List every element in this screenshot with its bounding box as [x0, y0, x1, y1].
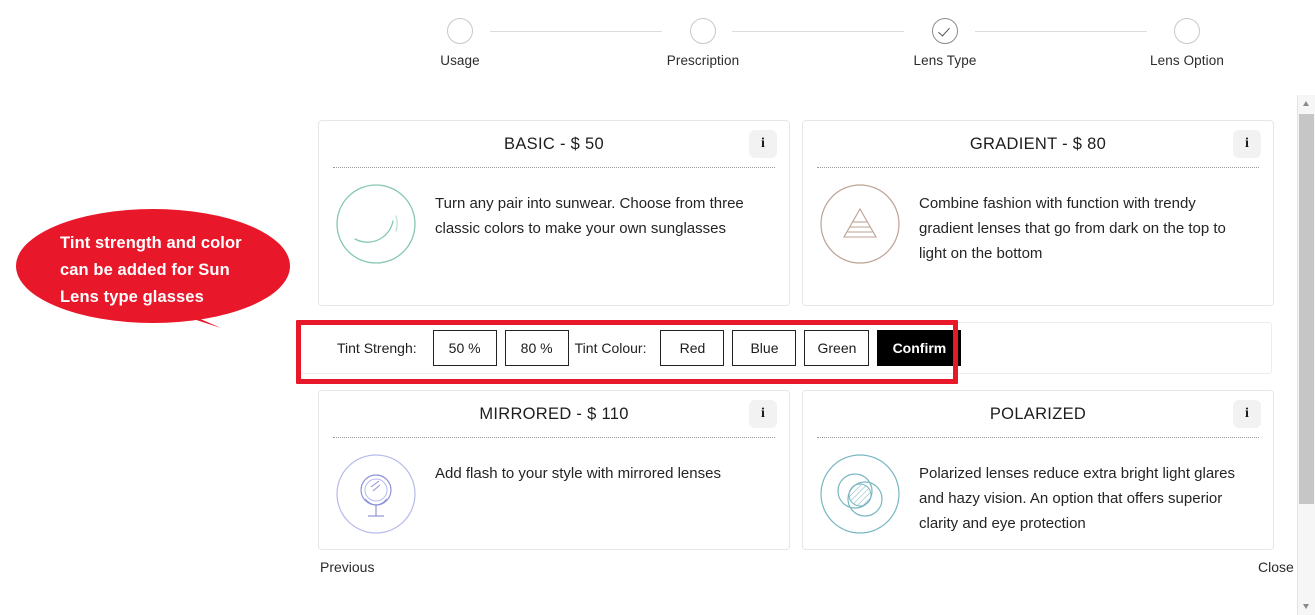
card-body-basic: Turn any pair into sunwear. Choose from …: [319, 169, 789, 305]
tint-options-panel: Tint Strengh: 50 % 80 % Tint Colour: Red…: [300, 322, 1272, 374]
triangle-down-icon[interactable]: [1298, 598, 1315, 615]
overlapping-circles-icon: [819, 453, 901, 540]
lens-card-polarized[interactable]: POLARIZED i Polarized lenses reduce extr…: [802, 390, 1274, 550]
card-title-polarized: POLARIZED: [989, 405, 1087, 423]
card-body-mirrored: Add flash to your style with mirrored le…: [319, 439, 789, 549]
callout-annotation: Tint strength and color can be added for…: [16, 204, 290, 329]
card-body-gradient: Combine fashion with function with trend…: [803, 169, 1273, 305]
step-label-prescription: Prescription: [666, 53, 740, 68]
step-circle-lens-type-check-icon: [932, 18, 958, 44]
close-button[interactable]: Close: [1258, 559, 1294, 575]
card-divider-polarized: [817, 437, 1259, 438]
info-icon-polarized[interactable]: i: [1233, 400, 1261, 428]
info-icon-mirrored[interactable]: i: [749, 400, 777, 428]
card-header-mirrored: MIRRORED - $ 110 i: [319, 391, 789, 439]
tint-options-row: Tint Strengh: 50 % 80 % Tint Colour: Red…: [301, 323, 962, 373]
card-divider-gradient: [817, 167, 1259, 168]
stepper-step-lens-type[interactable]: Lens Type: [885, 18, 1005, 68]
progress-stepper: Usage Prescription Lens Type Lens Option: [0, 0, 1315, 92]
lens-type-scroll-area: BASIC - $ 50 i Turn any pair into sunwea…: [0, 92, 1294, 615]
step-circle-prescription: [690, 18, 716, 44]
tint-colour-option-blue[interactable]: Blue: [732, 330, 797, 366]
card-body-polarized: Polarized lenses reduce extra bright lig…: [803, 439, 1273, 549]
card-header-basic: BASIC - $ 50 i: [319, 121, 789, 169]
previous-button[interactable]: Previous: [320, 559, 374, 575]
step-circle-lens-option: [1174, 18, 1200, 44]
vertical-scrollbar[interactable]: [1297, 95, 1315, 615]
card-description-basic: Turn any pair into sunwear. Choose from …: [435, 195, 744, 237]
card-title-mirrored: MIRRORED - $ 110: [479, 405, 629, 423]
lens-card-mirrored[interactable]: MIRRORED - $ 110 i Add flash to your sty…: [318, 390, 790, 550]
step-label-lens-option: Lens Option: [1150, 53, 1224, 68]
card-divider-mirrored: [333, 437, 775, 438]
tint-colour-label: Tint Colour:: [574, 340, 647, 356]
tint-colour-option-green[interactable]: Green: [804, 330, 870, 366]
card-description-polarized: Polarized lenses reduce extra bright lig…: [919, 465, 1236, 532]
card-description-gradient: Combine fashion with function with trend…: [919, 195, 1226, 262]
card-header-polarized: POLARIZED i: [803, 391, 1273, 439]
lens-card-basic[interactable]: BASIC - $ 50 i Turn any pair into sunwea…: [318, 120, 790, 306]
tint-circle-icon: [335, 183, 417, 270]
hand-mirror-icon: [335, 453, 417, 540]
lens-card-gradient[interactable]: GRADIENT - $ 80 i Combine fashion with f…: [802, 120, 1274, 306]
step-label-usage: Usage: [440, 53, 480, 68]
step-label-lens-type: Lens Type: [913, 53, 977, 68]
callout-text: Tint strength and color can be added for…: [60, 234, 242, 306]
stepper-step-prescription[interactable]: Prescription: [643, 18, 763, 68]
info-icon-gradient[interactable]: i: [1233, 130, 1261, 158]
scroll-up-arrow: [1303, 101, 1309, 106]
scroll-down-arrow: [1303, 604, 1309, 609]
card-header-gradient: GRADIENT - $ 80 i: [803, 121, 1273, 169]
tint-strength-option-80[interactable]: 80 %: [504, 330, 569, 366]
tint-strength-label: Tint Strengh:: [337, 340, 417, 356]
card-title-gradient: GRADIENT - $ 80: [969, 135, 1107, 153]
scrollbar-thumb[interactable]: [1299, 114, 1314, 504]
card-divider-basic: [333, 167, 775, 168]
triangle-up-icon[interactable]: [1298, 95, 1315, 112]
stepper-step-usage[interactable]: Usage: [400, 18, 520, 68]
tint-colour-option-red[interactable]: Red: [660, 330, 725, 366]
confirm-button[interactable]: Confirm: [877, 330, 962, 366]
card-description-mirrored: Add flash to your style with mirrored le…: [435, 465, 721, 482]
gradient-trapezoid-icon: [819, 183, 901, 270]
step-circle-usage: [447, 18, 473, 44]
card-title-basic: BASIC - $ 50: [504, 135, 604, 153]
stepper-step-lens-option[interactable]: Lens Option: [1127, 18, 1247, 68]
info-icon-basic[interactable]: i: [749, 130, 777, 158]
tint-strength-option-50[interactable]: 50 %: [432, 330, 497, 366]
